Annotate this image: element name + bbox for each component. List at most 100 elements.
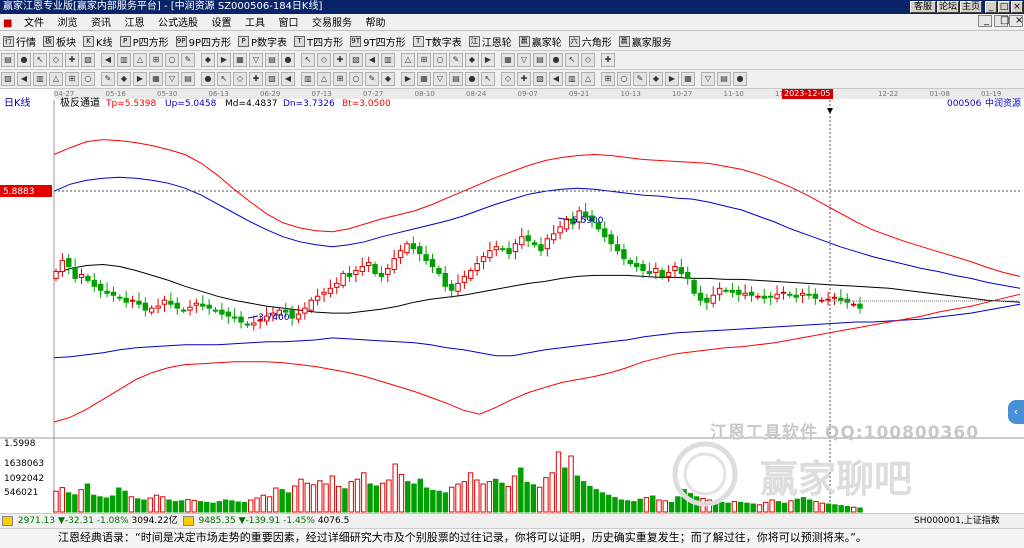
candle-body — [525, 235, 531, 242]
volume-bar — [518, 467, 524, 513]
band-line-up — [53, 176, 1021, 289]
candle-body — [66, 258, 72, 268]
candle-body — [78, 273, 85, 278]
volume-bar — [530, 484, 537, 513]
volume-bar — [511, 475, 518, 513]
index-selector[interactable]: SH000001,上证指数 — [912, 514, 1000, 529]
candle-body — [608, 234, 614, 245]
candle-body — [353, 269, 359, 275]
volume-bar — [354, 478, 361, 513]
indicator-name: 极反通道 — [60, 96, 100, 109]
volume-bar — [65, 492, 72, 513]
high-annotation: 5.5900 — [572, 216, 604, 226]
watermark-brand: 赢家聊吧 — [760, 457, 913, 501]
candle-body — [633, 263, 640, 268]
candle-body — [672, 266, 678, 271]
volume-bar — [204, 501, 210, 513]
candle-body — [225, 311, 231, 317]
volume-bar — [172, 501, 179, 513]
quote-bar: 江恩经典语录：“时间是决定市场走势的重要因素，经过详细研究大市及个别股票的过往记… — [0, 528, 1024, 548]
low-annotation-leader — [247, 315, 259, 319]
volume-bar — [637, 498, 643, 513]
sh-index-pct: -1.08% — [96, 516, 129, 526]
volume-bar — [373, 485, 380, 513]
sz-index-value: 9485.35 — [198, 516, 236, 526]
sh-index-change: ▼-32.31 — [57, 516, 94, 526]
candle-body — [787, 293, 793, 296]
candle-body — [283, 309, 289, 313]
candle-body — [493, 246, 499, 251]
candle-body — [359, 266, 365, 272]
sh-index-icon — [2, 516, 13, 526]
volume-bar — [430, 489, 436, 513]
volume-bar — [317, 480, 323, 513]
volume-bar — [248, 499, 254, 513]
candle-body — [742, 292, 748, 296]
status-bar: 2971.13 ▼-32.31 -1.08% 3094.22亿 9485.35 … — [0, 513, 1024, 529]
volume-bar — [524, 481, 530, 513]
candle-body — [806, 293, 812, 296]
candle-body — [142, 302, 149, 311]
volume-bar — [97, 496, 103, 513]
candle-body — [710, 294, 716, 304]
volume-bar — [304, 482, 310, 513]
candle-body — [59, 260, 66, 272]
volume-bar — [197, 501, 204, 513]
sz-index-pct: -1.45% — [283, 516, 315, 526]
legend-item: Dn=3.7326 — [283, 99, 335, 109]
side-expand-tab[interactable]: ‹ — [1008, 400, 1024, 424]
volume-bar — [612, 497, 618, 513]
candle-body — [308, 299, 314, 311]
volume-bar — [134, 498, 141, 513]
band-line-dn — [53, 303, 1021, 359]
legend-item: Tp=5.5398 — [105, 99, 157, 109]
volume-bar — [587, 485, 593, 513]
candle-body — [678, 267, 685, 274]
band-line-tp — [53, 139, 1021, 277]
volume-bar — [857, 507, 863, 513]
candle-body — [512, 243, 519, 253]
candle-body — [448, 283, 455, 291]
candle-body — [767, 295, 774, 298]
volume-tick-label: 1638063 — [4, 459, 44, 469]
low-annotation: 3.7400 — [258, 313, 290, 323]
candle-body — [200, 303, 206, 307]
candle-body — [436, 268, 442, 274]
candle-body — [321, 291, 327, 295]
volume-bar — [405, 481, 411, 513]
candle-body — [295, 313, 302, 320]
candle-body — [723, 289, 729, 292]
candle-body — [161, 299, 168, 305]
crosshair-marker-icon — [827, 108, 833, 114]
volume-bar — [367, 483, 373, 513]
candle-body — [97, 283, 104, 291]
volume-bar — [543, 477, 549, 513]
volume-bar — [122, 490, 128, 513]
volume-bar — [329, 475, 336, 513]
volume-bar — [492, 478, 499, 513]
candle-body — [736, 289, 742, 295]
volume-bar — [379, 482, 386, 513]
volume-bar — [606, 494, 612, 513]
volume-bar — [285, 492, 292, 513]
sz-index-icon — [182, 516, 194, 526]
candle-body — [697, 292, 704, 301]
volume-bar — [279, 489, 285, 513]
volume-bar — [78, 489, 84, 513]
volume-bar — [222, 499, 229, 513]
volume-bar — [361, 472, 367, 513]
volume-bar — [386, 479, 392, 513]
volume-bar — [656, 499, 662, 513]
candle-body — [219, 309, 225, 315]
volume-tick-label: 1.5998 — [4, 439, 36, 449]
candle-body — [251, 322, 257, 326]
candle-body — [563, 218, 570, 230]
volume-bar — [348, 481, 354, 513]
candle-body — [180, 309, 187, 312]
volume-tick-label: 546021 — [4, 488, 38, 498]
volume-bar — [128, 496, 135, 513]
candle-body — [780, 291, 787, 294]
volume-bar — [241, 501, 248, 513]
volume-bar — [449, 486, 455, 513]
volume-bar — [455, 483, 461, 513]
